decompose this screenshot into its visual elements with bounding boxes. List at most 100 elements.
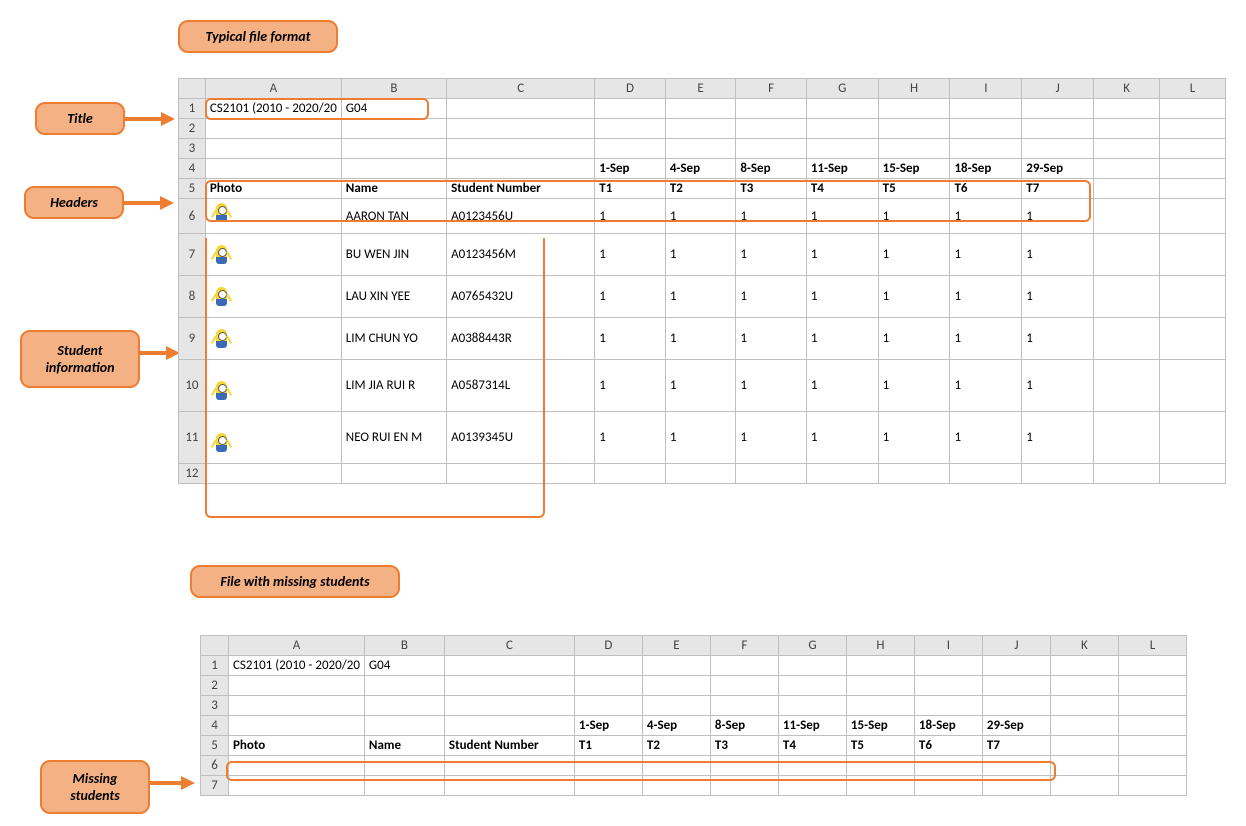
cell[interactable] [1118, 716, 1186, 736]
cell[interactable] [447, 159, 595, 179]
cell[interactable]: 1 [950, 199, 1022, 234]
cell[interactable] [982, 676, 1050, 696]
cell[interactable] [1160, 199, 1226, 234]
cell[interactable]: Name [364, 736, 444, 756]
cell[interactable] [229, 676, 365, 696]
cell[interactable]: CS2101 (2010 - 2020/20 [205, 99, 341, 119]
cell[interactable]: 1 [1022, 199, 1094, 234]
cell[interactable] [1094, 159, 1160, 179]
col-header[interactable]: I [914, 636, 982, 656]
cell[interactable] [447, 119, 595, 139]
cell[interactable] [205, 318, 341, 360]
cell[interactable] [341, 464, 446, 484]
cell[interactable] [1050, 716, 1118, 736]
cell[interactable]: 1 [806, 412, 878, 464]
table-row[interactable]: 12 [179, 464, 1226, 484]
cell[interactable]: 1-Sep [574, 716, 642, 736]
cell[interactable] [205, 412, 341, 464]
cell[interactable] [736, 464, 807, 484]
cell[interactable] [229, 696, 365, 716]
cell[interactable]: 1 [1022, 412, 1094, 464]
cell[interactable] [914, 656, 982, 676]
col-header[interactable]: D [595, 79, 666, 99]
cell[interactable] [736, 119, 807, 139]
cell[interactable]: 1 [878, 318, 950, 360]
cell[interactable] [1094, 412, 1160, 464]
cell[interactable] [1094, 360, 1160, 412]
table-row[interactable]: 2 [201, 676, 1187, 696]
cell[interactable] [982, 776, 1050, 796]
cell[interactable]: 1 [1022, 276, 1094, 318]
cell[interactable] [1050, 736, 1118, 756]
row-header[interactable]: 9 [179, 318, 206, 360]
cell[interactable] [1094, 464, 1160, 484]
col-header[interactable]: H [846, 636, 914, 656]
cell[interactable] [710, 776, 778, 796]
row-header[interactable]: 7 [201, 776, 229, 796]
cell[interactable] [710, 696, 778, 716]
cell[interactable]: A0587314L [447, 360, 595, 412]
table-row[interactable]: 6 [201, 756, 1187, 776]
col-header[interactable]: B [341, 79, 446, 99]
cell[interactable] [736, 99, 807, 119]
cell[interactable] [914, 676, 982, 696]
cell[interactable]: T5 [878, 179, 950, 199]
table-row[interactable]: 8LAU XIN YEEA0765432U1111111 [179, 276, 1226, 318]
cell[interactable] [595, 99, 666, 119]
cell[interactable] [447, 99, 595, 119]
row-header[interactable]: 4 [179, 159, 206, 179]
cell[interactable] [1094, 199, 1160, 234]
table-row[interactable]: 1CS2101 (2010 - 2020/20G04 [179, 99, 1226, 119]
cell[interactable] [806, 464, 878, 484]
cell[interactable] [205, 464, 341, 484]
cell[interactable] [444, 656, 574, 676]
cell[interactable] [1160, 99, 1226, 119]
cell[interactable]: A0765432U [447, 276, 595, 318]
cell[interactable] [1050, 696, 1118, 716]
col-header[interactable]: K [1094, 79, 1160, 99]
cell[interactable] [1118, 756, 1186, 776]
cell[interactable]: G04 [364, 656, 444, 676]
cell[interactable] [710, 676, 778, 696]
spreadsheet-missing[interactable]: ABCDEFGHIJKL1CS2101 (2010 - 2020/20G0423… [200, 635, 1187, 796]
table-row[interactable]: 3 [201, 696, 1187, 716]
cell[interactable]: T1 [595, 179, 666, 199]
cell[interactable]: T2 [665, 179, 736, 199]
col-header[interactable]: L [1160, 79, 1226, 99]
cell[interactable]: Name [341, 179, 446, 199]
cell[interactable] [1050, 676, 1118, 696]
cell[interactable] [665, 464, 736, 484]
cell[interactable] [444, 756, 574, 776]
cell[interactable] [846, 756, 914, 776]
cell[interactable] [1022, 99, 1094, 119]
cell[interactable]: 1 [595, 276, 666, 318]
cell[interactable] [1160, 234, 1226, 276]
cell[interactable] [364, 756, 444, 776]
cell[interactable] [665, 119, 736, 139]
cell[interactable] [1094, 179, 1160, 199]
cell[interactable] [1118, 656, 1186, 676]
cell[interactable] [229, 756, 365, 776]
cell[interactable] [1094, 276, 1160, 318]
col-header[interactable]: J [1022, 79, 1094, 99]
cell[interactable] [642, 696, 710, 716]
row-header[interactable]: 7 [179, 234, 206, 276]
cell[interactable]: 1 [878, 360, 950, 412]
cell[interactable]: 1 [806, 199, 878, 234]
row-header[interactable]: 5 [179, 179, 206, 199]
cell[interactable]: 4-Sep [665, 159, 736, 179]
cell[interactable] [595, 464, 666, 484]
cell[interactable] [665, 99, 736, 119]
cell[interactable]: 1 [665, 199, 736, 234]
cell[interactable]: 1 [595, 360, 666, 412]
cell[interactable] [778, 776, 846, 796]
cell[interactable] [806, 99, 878, 119]
cell[interactable] [1118, 676, 1186, 696]
row-header[interactable]: 10 [179, 360, 206, 412]
cell[interactable] [806, 139, 878, 159]
cell[interactable] [1160, 318, 1226, 360]
cell[interactable]: 1 [665, 318, 736, 360]
cell[interactable]: G04 [341, 99, 446, 119]
cell[interactable]: 15-Sep [878, 159, 950, 179]
cell[interactable] [1050, 656, 1118, 676]
